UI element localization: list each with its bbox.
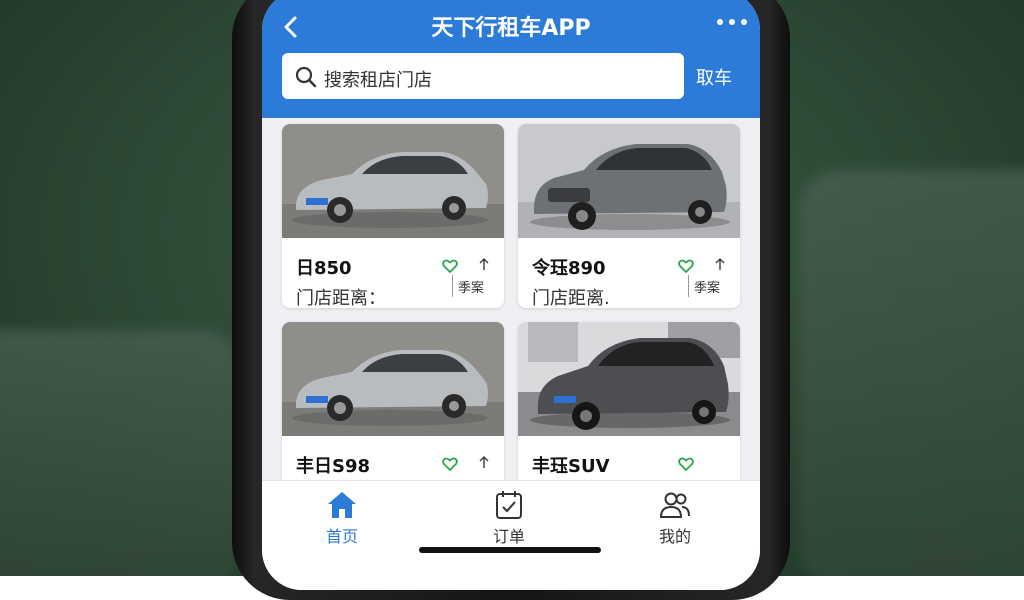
car-tag: 季案 <box>458 281 485 296</box>
more-icon[interactable] <box>712 12 752 32</box>
heart-icon[interactable] <box>678 258 694 274</box>
background-car-left <box>0 330 240 576</box>
arrow-up-icon[interactable] <box>478 257 490 271</box>
store-distance: 门店距离. <box>532 288 610 308</box>
car-card[interactable]: 令珏890 门店距离. 季案 <box>518 124 740 308</box>
car-grid: 日850 门店距离： 季案 令珏890 门店距离. 季案 丰日S98 丰珏SUV <box>262 118 760 492</box>
background-car-right <box>800 170 1024 576</box>
app-header: 天下行租车APP 搜索租店门店 取车 <box>262 0 760 118</box>
car-card[interactable]: 日850 门店距离： 季案 <box>282 124 504 308</box>
car-name: 丰日S98 <box>296 456 371 477</box>
arrow-up-icon[interactable] <box>714 257 726 271</box>
divider <box>688 275 689 297</box>
home-indicator <box>419 547 601 553</box>
tab-label: 首页 <box>325 527 358 546</box>
car-photo <box>282 322 504 436</box>
car-photo <box>518 322 740 436</box>
search-placeholder: 搜索租店门店 <box>324 70 432 91</box>
tab-orders[interactable]: 订单 <box>459 489 559 547</box>
bottom-tab-bar: 首页 订单 我的 <box>262 480 760 590</box>
car-name: 丰珏SUV <box>532 456 610 477</box>
calendar-check-icon <box>496 491 522 519</box>
pickup-button[interactable]: 取车 <box>696 64 732 90</box>
search-input[interactable]: 搜索租店门店 <box>282 53 684 99</box>
tab-profile[interactable]: 我的 <box>625 489 725 547</box>
car-card[interactable]: 丰日S98 <box>282 322 504 492</box>
car-name: 日850 <box>296 258 352 279</box>
page-title: 天下行租车APP <box>431 16 591 41</box>
divider <box>452 275 453 297</box>
heart-icon[interactable] <box>678 456 694 472</box>
users-icon <box>659 492 690 518</box>
car-photo <box>282 124 504 238</box>
arrow-up-icon[interactable] <box>478 455 490 469</box>
car-tag: 季案 <box>694 281 721 296</box>
car-photo <box>518 124 740 238</box>
tab-home[interactable]: 首页 <box>292 489 392 547</box>
home-icon <box>328 492 356 518</box>
tab-label: 订单 <box>492 527 525 546</box>
car-name: 令珏890 <box>532 258 606 279</box>
car-card[interactable]: 丰珏SUV <box>518 322 740 492</box>
tab-label: 我的 <box>658 527 691 546</box>
store-distance: 门店距离： <box>296 288 386 308</box>
heart-icon[interactable] <box>442 456 458 472</box>
heart-icon[interactable] <box>442 258 458 274</box>
phone-screen: 天下行租车APP 搜索租店门店 取车 日850 门店距离： 季案 令珏890 门… <box>262 0 760 590</box>
search-icon <box>295 66 317 88</box>
